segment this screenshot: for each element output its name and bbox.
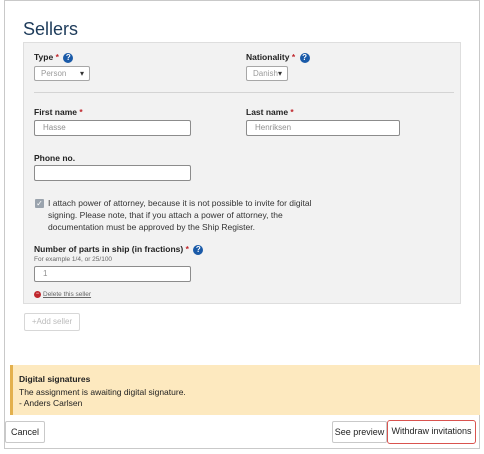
help-icon[interactable]: ?: [193, 244, 204, 255]
nationality-select-value: Danish: [253, 69, 278, 78]
required-marker: *: [290, 107, 294, 117]
help-icon[interactable]: ?: [299, 52, 310, 63]
power-of-attorney-text: I attach power of attorney, because it i…: [48, 197, 312, 233]
digital-signatures-alert: Digital signatures The assignment is awa…: [10, 365, 480, 415]
parts-label-text: Number of parts in ship (in fractions): [34, 244, 184, 254]
type-label: Type * ?: [34, 52, 74, 63]
dialog-frame: Sellers Type * ? Person ▾ Nationality * …: [4, 0, 480, 449]
withdraw-invitations-button[interactable]: Withdraw invitations: [387, 420, 476, 444]
type-select[interactable]: Person ▾: [34, 66, 90, 81]
chevron-down-icon: ▾: [277, 69, 282, 78]
parts-label: Number of parts in ship (in fractions) *…: [34, 244, 204, 255]
required-marker: *: [185, 244, 189, 254]
last-name-label: Last name *: [246, 107, 294, 117]
power-of-attorney-line: I attach power of attorney, because it i…: [48, 198, 312, 208]
alert-text: The assignment is awaiting digital signa…: [19, 387, 186, 397]
delete-seller-label: Delete this seller: [43, 291, 92, 299]
last-name-label-text: Last name: [246, 107, 289, 117]
see-preview-button[interactable]: See preview: [332, 421, 387, 443]
required-marker: *: [55, 52, 59, 62]
nationality-label: Nationality * ?: [246, 52, 310, 63]
minus-circle-icon: −: [34, 291, 41, 298]
phone-label: Phone no.: [34, 153, 76, 163]
page-title: Sellers: [23, 19, 79, 39]
type-label-text: Type: [34, 52, 54, 62]
required-marker: *: [291, 52, 296, 62]
alert-signer: - Anders Carlsen: [19, 398, 83, 408]
help-icon[interactable]: ?: [63, 52, 74, 63]
power-of-attorney-checkbox[interactable]: ✓: [35, 199, 44, 208]
divider: [34, 92, 454, 93]
required-marker: *: [79, 107, 83, 117]
add-seller-button[interactable]: +Add seller: [24, 313, 80, 331]
cancel-button[interactable]: Cancel: [5, 421, 45, 443]
first-name-label-text: First name: [34, 107, 77, 117]
first-name-field[interactable]: Hasse: [34, 120, 191, 136]
seller-panel: Type * ? Person ▾ Nationality * ? Danish…: [23, 42, 461, 304]
nationality-label-text: Nationality: [246, 52, 290, 62]
parts-hint: For example 1/4, or 25/100: [34, 256, 113, 263]
phone-field[interactable]: [34, 165, 191, 181]
alert-heading: Digital signatures: [19, 374, 91, 384]
first-name-label: First name *: [34, 107, 83, 117]
parts-field[interactable]: 1: [34, 266, 191, 282]
chevron-down-icon: ▾: [79, 69, 84, 78]
power-of-attorney-line: signing. Please note, that if you attach…: [48, 210, 283, 220]
last-name-field[interactable]: Henriksen: [246, 120, 400, 136]
type-select-value: Person: [41, 69, 67, 78]
delete-seller-link[interactable]: − Delete this seller: [34, 291, 91, 298]
power-of-attorney-line: documentation must be approved by the Sh…: [48, 222, 255, 232]
nationality-select[interactable]: Danish ▾: [246, 66, 288, 81]
